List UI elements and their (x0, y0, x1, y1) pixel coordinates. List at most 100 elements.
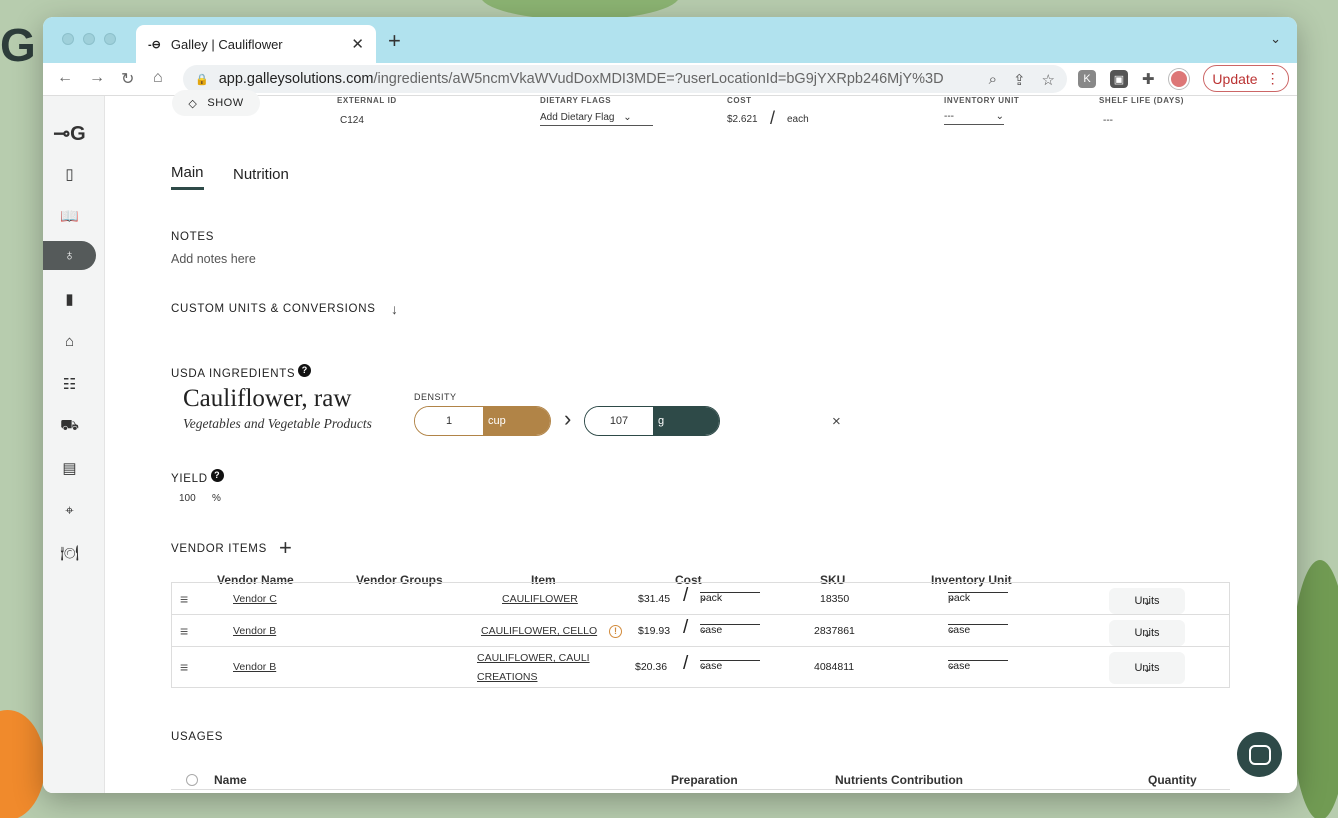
col-quantity: Quantity (1148, 773, 1197, 787)
update-label: Update (1212, 70, 1258, 87)
cost-unit[interactable]: each (787, 114, 809, 125)
inventory-unit-select[interactable]: case ⌄ (948, 660, 1008, 672)
table-row: ≡ Vendor B CAULIFLOWER, CAULI CREATIONS … (172, 647, 1229, 687)
density-to-field[interactable]: 107 g (584, 406, 720, 436)
vendor-link[interactable]: Vendor B (233, 625, 276, 637)
usages-heading: USAGES (171, 731, 224, 743)
inventory-unit-select[interactable]: --- ⌄ (944, 111, 1004, 125)
density-from-unit[interactable]: cup (483, 407, 550, 435)
shelf-life-value[interactable]: --- (1103, 115, 1113, 126)
tab-bar: -⊖ Galley | Cauliflower ✕ + ⌄ (43, 17, 1297, 63)
chat-launcher-button[interactable] (1237, 732, 1282, 777)
cost-value[interactable]: $20.36 (635, 661, 667, 673)
chevron-down-icon[interactable]: ⌄ (1270, 31, 1281, 47)
density-to-qty[interactable]: 107 (585, 407, 653, 435)
cost-value[interactable]: $2.621 (727, 114, 758, 125)
notes-heading: NOTES (171, 231, 215, 243)
cost-unit-select[interactable]: case ⌄ (700, 624, 760, 636)
usda-ingredients-heading: USDA INGREDIENTS? (171, 364, 312, 380)
chevron-down-icon: ⌄ (995, 111, 1004, 122)
galley-logo-icon[interactable]: ⊸G (43, 119, 96, 148)
cost-separator: / (770, 108, 776, 128)
arrow-down-icon[interactable]: ↓ (391, 301, 398, 317)
bottles-icon[interactable]: ▮ (43, 284, 96, 313)
vendor-link[interactable]: Vendor C (233, 593, 277, 605)
add-vendor-item-icon[interactable]: + (279, 535, 292, 561)
reload-icon[interactable]: ↻ (121, 69, 134, 89)
dining-icon[interactable]: 🍽 (43, 538, 96, 567)
chevron-down-icon: ⌄ (1142, 662, 1152, 675)
sku-value[interactable]: 18350 (820, 593, 849, 605)
back-icon[interactable]: ← (57, 69, 73, 87)
density-from-qty[interactable]: 1 (415, 407, 483, 435)
item-link-line2[interactable]: CREATIONS (477, 671, 537, 683)
more-menu-icon[interactable]: ⋮ (1266, 70, 1280, 87)
tag-icon[interactable]: ⌂ (43, 327, 96, 356)
bookmark-star-icon[interactable]: ☆ (1042, 71, 1055, 89)
item-link[interactable]: CAULIFLOWER (502, 593, 578, 605)
ingredient-icon[interactable]: ♁ (43, 241, 96, 270)
clipboard-icon[interactable]: ▯ (43, 159, 96, 188)
dietary-flags-label: DIETARY FLAGS (540, 96, 612, 105)
drag-handle-icon[interactable]: ≡ (180, 591, 188, 607)
new-tab-icon[interactable]: + (388, 28, 401, 54)
background-kale (1290, 560, 1338, 818)
cost-unit-select[interactable]: case ⌄ (700, 660, 760, 672)
density-label: DENSITY (414, 392, 457, 402)
checklist-icon[interactable]: ☷ (43, 369, 96, 398)
sku-value[interactable]: 4084811 (814, 661, 854, 673)
profile-avatar[interactable] (1168, 69, 1189, 89)
sidebar: ⊸G ▯ 📖 ♁ ▮ ⌂ ☷ ⛟ ▤ ⌖ 🍽 (43, 96, 105, 793)
tab-nutrition[interactable]: Nutrition (233, 166, 289, 183)
select-all-checkbox[interactable] (186, 774, 198, 786)
inventory-unit-select[interactable]: case ⌄ (948, 624, 1008, 636)
cost-unit-select[interactable]: pack ⌄ (700, 592, 760, 604)
inventory-unit-select[interactable]: pack ⌄ (948, 592, 1008, 604)
item-link[interactable]: CAULIFLOWER, CAULI (477, 652, 590, 664)
units-dropdown[interactable]: Units ⌄ (1109, 652, 1185, 684)
units-dropdown[interactable]: Units ⌄ (1109, 588, 1185, 614)
density-from-field[interactable]: 1 cup (414, 406, 551, 436)
share-icon[interactable]: ⇪ (1013, 71, 1026, 89)
chevron-down-icon: ⌄ (700, 624, 708, 634)
units-dropdown[interactable]: Units ⌄ (1109, 620, 1185, 646)
window-controls[interactable] (62, 33, 116, 45)
drag-handle-icon[interactable]: ≡ (180, 659, 188, 675)
yield-value[interactable]: 100 (179, 493, 196, 504)
chevron-down-icon: ⌄ (948, 624, 956, 634)
document-icon[interactable]: ▤ (43, 453, 96, 482)
show-button[interactable]: ◇ SHOW (172, 90, 260, 116)
update-button[interactable]: Update ⋮ (1203, 65, 1289, 92)
drag-handle-icon[interactable]: ≡ (180, 623, 188, 639)
zoom-icon[interactable]: ⌕ (989, 71, 997, 89)
extension-icon[interactable]: ▣ (1110, 70, 1128, 88)
close-tab-icon[interactable]: ✕ (351, 35, 364, 53)
warning-icon[interactable]: ! (609, 625, 622, 638)
inventory-unit-value: --- (944, 111, 954, 122)
forward-icon[interactable]: → (89, 69, 105, 87)
notes-input[interactable]: Add notes here (171, 252, 256, 266)
location-icon[interactable]: ⌖ (43, 496, 96, 525)
external-id-value[interactable]: C124 (340, 115, 364, 126)
book-icon[interactable]: 📖 (43, 201, 96, 230)
extension-icon[interactable]: K (1078, 70, 1096, 88)
cost-value[interactable]: $19.93 (638, 625, 670, 637)
density-to-unit[interactable]: g (653, 407, 719, 435)
sku-value[interactable]: 2837861 (814, 625, 855, 637)
custom-units-heading[interactable]: CUSTOM UNITS & CONVERSIONS (171, 303, 376, 315)
remove-usda-icon[interactable]: × (832, 413, 841, 430)
cost-value[interactable]: $31.45 (638, 593, 670, 605)
chevron-right-icon: › (564, 406, 572, 431)
vendor-link[interactable]: Vendor B (233, 661, 276, 673)
cart-icon[interactable]: ⛟ (43, 412, 96, 441)
tab-main[interactable]: Main (171, 164, 204, 190)
url-field[interactable]: 🔒 app.galleysolutions.com/ingredients/aW… (183, 65, 1067, 93)
help-icon[interactable]: ? (210, 469, 224, 482)
item-link[interactable]: CAULIFLOWER, CELLO (481, 625, 597, 637)
help-icon[interactable]: ? (298, 364, 312, 377)
dietary-flag-select[interactable]: Add Dietary Flag ⌄ (540, 112, 653, 126)
puzzle-icon[interactable]: ✚ (1142, 70, 1155, 88)
browser-tab[interactable]: -⊖ Galley | Cauliflower ✕ (136, 25, 376, 63)
home-icon[interactable]: ⌂ (153, 69, 163, 87)
dietary-flag-value: Add Dietary Flag (540, 112, 615, 123)
